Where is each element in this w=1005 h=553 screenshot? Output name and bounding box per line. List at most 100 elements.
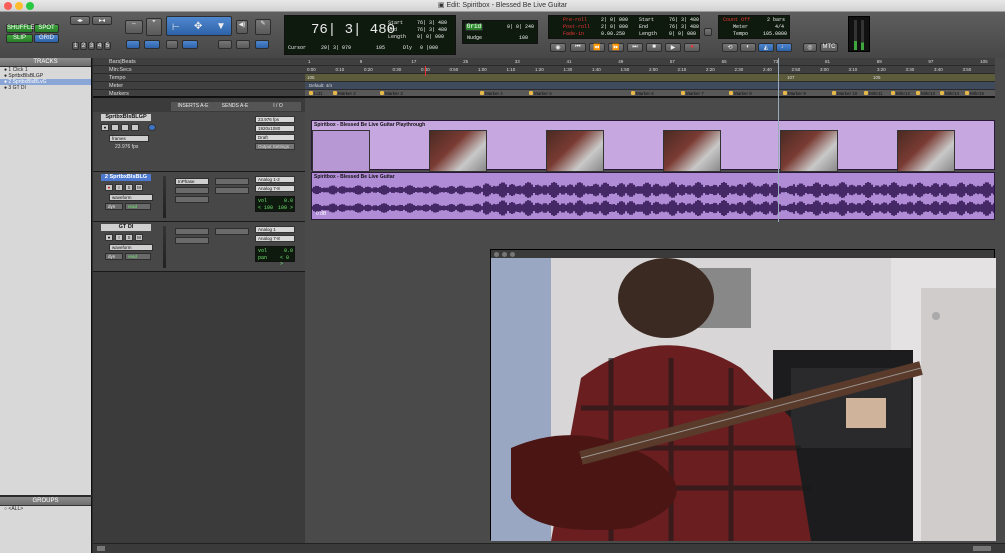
marker-label[interactable]: Marker 8 bbox=[729, 90, 752, 98]
meter-ruler[interactable]: Default: 4/4 bbox=[305, 82, 995, 90]
mode-btn-f[interactable] bbox=[236, 40, 250, 49]
selection-end[interactable]: 76| 3| 480 bbox=[417, 27, 447, 33]
markers-ruler[interactable]: Lct1 Marker 2 Marker 3 Marker 4 Marker 5 Mark… bbox=[305, 90, 995, 98]
zoom-preset-4[interactable]: 4 bbox=[96, 42, 103, 50]
nudge-label[interactable]: Nudge bbox=[467, 35, 482, 41]
insert-slot-b[interactable] bbox=[175, 237, 209, 244]
preroll-display[interactable]: Pre-roll Post-roll Fade-in 2| 0| 000 2| … bbox=[548, 15, 700, 39]
record-enable-button[interactable]: ● bbox=[105, 234, 113, 241]
selection-start[interactable]: 76| 3| 480 bbox=[417, 20, 447, 26]
minimize-window-button[interactable] bbox=[15, 2, 23, 10]
zoomer-tool-icon[interactable]: ⇔ bbox=[125, 20, 143, 34]
track-name[interactable]: GT DI bbox=[101, 224, 151, 231]
tempo-start-label[interactable]: 105 bbox=[307, 75, 315, 80]
bars-beats-ruler[interactable]: 1 9 17 25 33 41 49 57 65 73 81 89 97 105 bbox=[305, 58, 995, 66]
mode-btn-a[interactable] bbox=[126, 40, 140, 49]
zoom-preset-3[interactable]: 3 bbox=[88, 42, 95, 50]
grid-nudge-display[interactable]: Grid 0| 0| 240 Nudge 100 bbox=[462, 20, 538, 44]
selection-length[interactable]: 0| 0| 000 bbox=[417, 34, 444, 40]
zoom-out-button[interactable]: ◂▸ bbox=[70, 16, 90, 25]
grid-value[interactable]: 0| 0| 240 bbox=[507, 24, 534, 30]
insert-slot-a[interactable] bbox=[175, 228, 209, 235]
input-monitor-button[interactable]: I bbox=[115, 184, 123, 191]
tracks-header[interactable]: TRACKS bbox=[0, 58, 91, 67]
track-name[interactable]: 2 SprtbxBlsBLG bbox=[101, 174, 151, 181]
track-view-selector[interactable]: waveform bbox=[109, 244, 153, 251]
clip-gain-label[interactable]: 0 dB bbox=[316, 211, 326, 217]
counter-toggle-icon[interactable] bbox=[704, 28, 712, 36]
mode-btn-d[interactable] bbox=[182, 40, 198, 49]
main-counter-display[interactable]: 76| 3| 480 Cursor 20| 3| 079 105 Dly 0 |… bbox=[284, 15, 456, 55]
tempo-ruler[interactable]: 105 107 105 bbox=[305, 74, 995, 82]
return-to-zero-icon[interactable]: ⏮ bbox=[570, 43, 586, 52]
marker-label[interactable]: Marker 10 bbox=[832, 90, 857, 98]
video-zoom-button[interactable] bbox=[510, 252, 515, 257]
audio-track-header[interactable]: 2 SprtbxBlsBLG ● I S M waveform dyn read… bbox=[93, 172, 305, 222]
countoff-value[interactable]: 2 bars bbox=[767, 17, 785, 23]
mute-button[interactable] bbox=[121, 124, 129, 131]
loop-button-icon[interactable]: ⟲ bbox=[722, 43, 738, 52]
markers-ruler-label[interactable]: Markers bbox=[93, 90, 305, 98]
tempo-change-label[interactable]: 107 bbox=[787, 75, 795, 80]
record-icon[interactable]: ● bbox=[684, 43, 700, 52]
send-slot-a[interactable] bbox=[215, 228, 249, 235]
fast-forward-icon[interactable]: ⏩ bbox=[608, 43, 624, 52]
scroll-left-icon[interactable] bbox=[97, 546, 105, 551]
video-window[interactable] bbox=[490, 249, 996, 541]
mode-btn-e[interactable] bbox=[218, 40, 232, 49]
spot-mode-button[interactable]: SPOT bbox=[34, 24, 59, 33]
video-track-header[interactable]: SprtbxBlsBLGP ● frames 23.976 fps 23.976… bbox=[93, 112, 305, 172]
rewind-icon[interactable]: ⏪ bbox=[589, 43, 605, 52]
zoom-preset-2[interactable]: 2 bbox=[80, 42, 87, 50]
audio-clip[interactable]: Spiritbox - Blessed Be Live Guitar 0 dB bbox=[311, 172, 995, 220]
marker-label[interactable]: Marker 2 bbox=[333, 90, 356, 98]
input-selector[interactable]: Analog 1-2 bbox=[255, 176, 295, 183]
automation-mode[interactable]: read bbox=[125, 253, 151, 260]
scrubber-tool-icon[interactable]: ◀) bbox=[236, 20, 248, 34]
video-close-button[interactable] bbox=[494, 252, 499, 257]
midi-merge-icon[interactable]: ◐ bbox=[740, 43, 756, 52]
output-settings-button[interactable]: Output Settings bbox=[255, 143, 295, 150]
input-monitor-button[interactable]: I bbox=[115, 234, 123, 241]
video-online-icon[interactable] bbox=[148, 124, 156, 131]
marker-label[interactable]: Mrkr14 bbox=[940, 90, 959, 98]
volume-pan-display[interactable]: vol 0.0 pan < 0 > bbox=[255, 246, 295, 267]
send-slot-b[interactable] bbox=[215, 187, 249, 194]
record-enable-button[interactable]: ● bbox=[101, 124, 109, 131]
video-resolution-field[interactable]: 1920x1080 bbox=[255, 125, 295, 132]
countoff-label[interactable]: Count Off bbox=[723, 17, 750, 23]
marker-label[interactable]: Marker 9 bbox=[783, 90, 806, 98]
audio-track-header[interactable]: GT DI ● I S M waveform dyn read Analog 1… bbox=[93, 222, 305, 272]
volume-value[interactable]: 0.0 bbox=[284, 198, 293, 204]
grid-label[interactable]: Grid bbox=[465, 23, 483, 31]
sync-icon[interactable]: ◎ bbox=[803, 43, 817, 52]
grid-mode-button[interactable]: GRID bbox=[34, 34, 59, 43]
trim-tool-icon[interactable]: ⌖ bbox=[146, 18, 162, 36]
scroll-thumb[interactable] bbox=[973, 546, 991, 551]
mode-btn-g[interactable] bbox=[255, 40, 269, 49]
edit-tool-group[interactable]: ⊢ ✥ ▼ bbox=[166, 16, 232, 36]
automation-mode[interactable]: read bbox=[125, 203, 151, 210]
meter-ruler-label[interactable]: Meter bbox=[93, 82, 305, 90]
min-secs-ruler[interactable]: 0:000:100:200:300:400:501:001:101:201:30… bbox=[305, 66, 995, 74]
track-list-item[interactable]: ● 3 GT DI bbox=[0, 85, 91, 91]
input-selector[interactable]: Analog 1 bbox=[255, 226, 295, 233]
pan-value[interactable]: < 0 > bbox=[280, 255, 294, 267]
smart-tool-icon[interactable]: ▼ bbox=[216, 21, 226, 32]
pencil-tool-icon[interactable]: ✎ bbox=[255, 19, 271, 35]
marker-label[interactable]: Mrkr13 bbox=[916, 90, 935, 98]
send-slot-a[interactable] bbox=[215, 178, 249, 185]
preroll-value[interactable]: 2| 0| 000 bbox=[601, 17, 628, 23]
transport-start[interactable]: 76| 3| 480 bbox=[669, 17, 699, 23]
insert-slot-c[interactable] bbox=[175, 196, 209, 203]
grabber-tool-icon[interactable]: ✥ bbox=[194, 21, 202, 32]
tempo-label[interactable]: Tempo bbox=[733, 31, 748, 37]
marker-label[interactable]: Marker 7 bbox=[681, 90, 704, 98]
nudge-value[interactable]: 100 bbox=[519, 35, 528, 41]
playlist-selector[interactable]: dyn bbox=[105, 203, 123, 210]
online-button[interactable] bbox=[111, 124, 119, 131]
zoom-window-button[interactable] bbox=[26, 2, 34, 10]
meter-default-label[interactable]: Default: 4/4 bbox=[309, 83, 332, 88]
online-button-icon[interactable]: ◉ bbox=[550, 43, 566, 52]
solo-button[interactable]: S bbox=[125, 234, 133, 241]
